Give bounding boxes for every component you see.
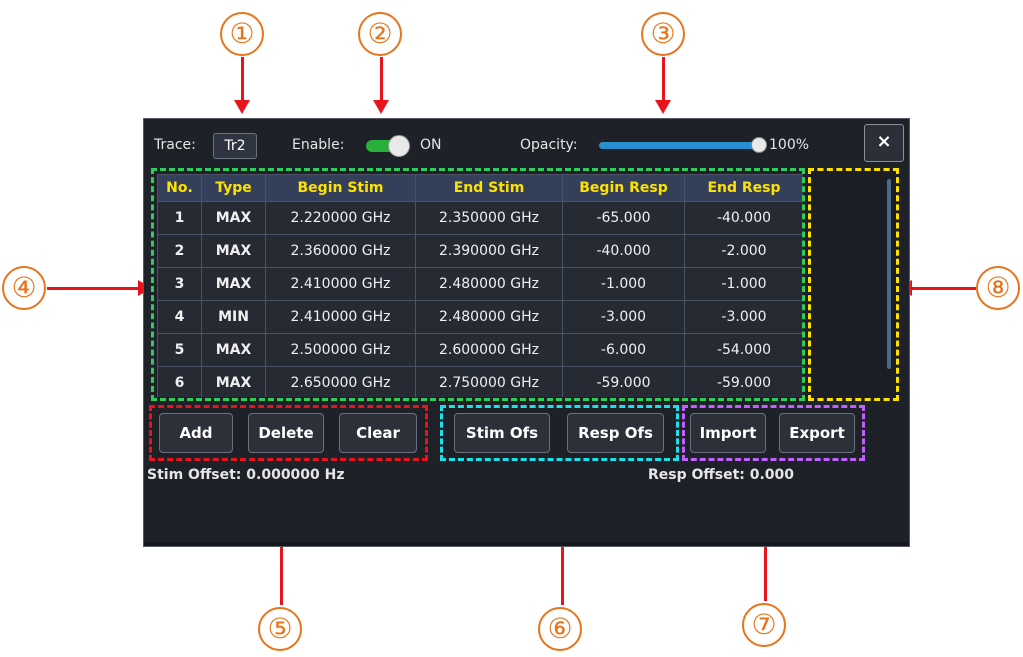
callout-6: ⑥ <box>538 607 582 651</box>
callout-7: ⑦ <box>742 603 786 647</box>
arrow-8-shaft <box>912 287 976 290</box>
trace-selector[interactable]: Tr2 <box>213 133 257 159</box>
stim-offset-status: Stim Offset: 0.000000 Hz <box>147 467 345 483</box>
opacity-value: 100% <box>769 137 810 153</box>
opacity-slider[interactable] <box>599 137 767 153</box>
resp-offset-status: Resp Offset: 0.000 <box>648 467 795 483</box>
dialog-bottom-edge <box>144 542 909 546</box>
toggle-knob <box>388 135 410 157</box>
callout-1: ① <box>220 12 264 56</box>
callout-2: ② <box>358 12 402 56</box>
arrow-3-head <box>655 100 671 114</box>
arrow-2-shaft <box>380 57 383 101</box>
callout-3: ③ <box>641 12 685 56</box>
opacity-slider-knob[interactable] <box>751 137 767 153</box>
arrow-2-head <box>373 100 389 114</box>
callout-5: ⑤ <box>258 607 302 651</box>
close-icon: × <box>876 131 892 152</box>
highlight-scroll <box>808 168 899 401</box>
close-button[interactable]: × <box>864 124 904 162</box>
enable-toggle[interactable] <box>366 135 412 157</box>
enable-state: ON <box>420 137 442 153</box>
highlight-edit-buttons <box>149 405 428 461</box>
arrow-1-shaft <box>241 57 244 101</box>
arrow-1-head <box>234 100 250 114</box>
arrow-3-shaft <box>662 57 665 101</box>
opacity-label: Opacity: <box>520 137 578 153</box>
enable-label: Enable: <box>292 137 345 153</box>
callout-4: ④ <box>2 266 46 310</box>
arrow-4-shaft <box>47 287 139 290</box>
callout-8: ⑧ <box>976 266 1020 310</box>
highlight-offset-buttons <box>440 405 679 461</box>
trace-label: Trace: <box>154 137 196 153</box>
opacity-slider-fill <box>599 142 759 149</box>
highlight-file-buttons <box>682 405 865 461</box>
highlight-table <box>151 168 805 401</box>
